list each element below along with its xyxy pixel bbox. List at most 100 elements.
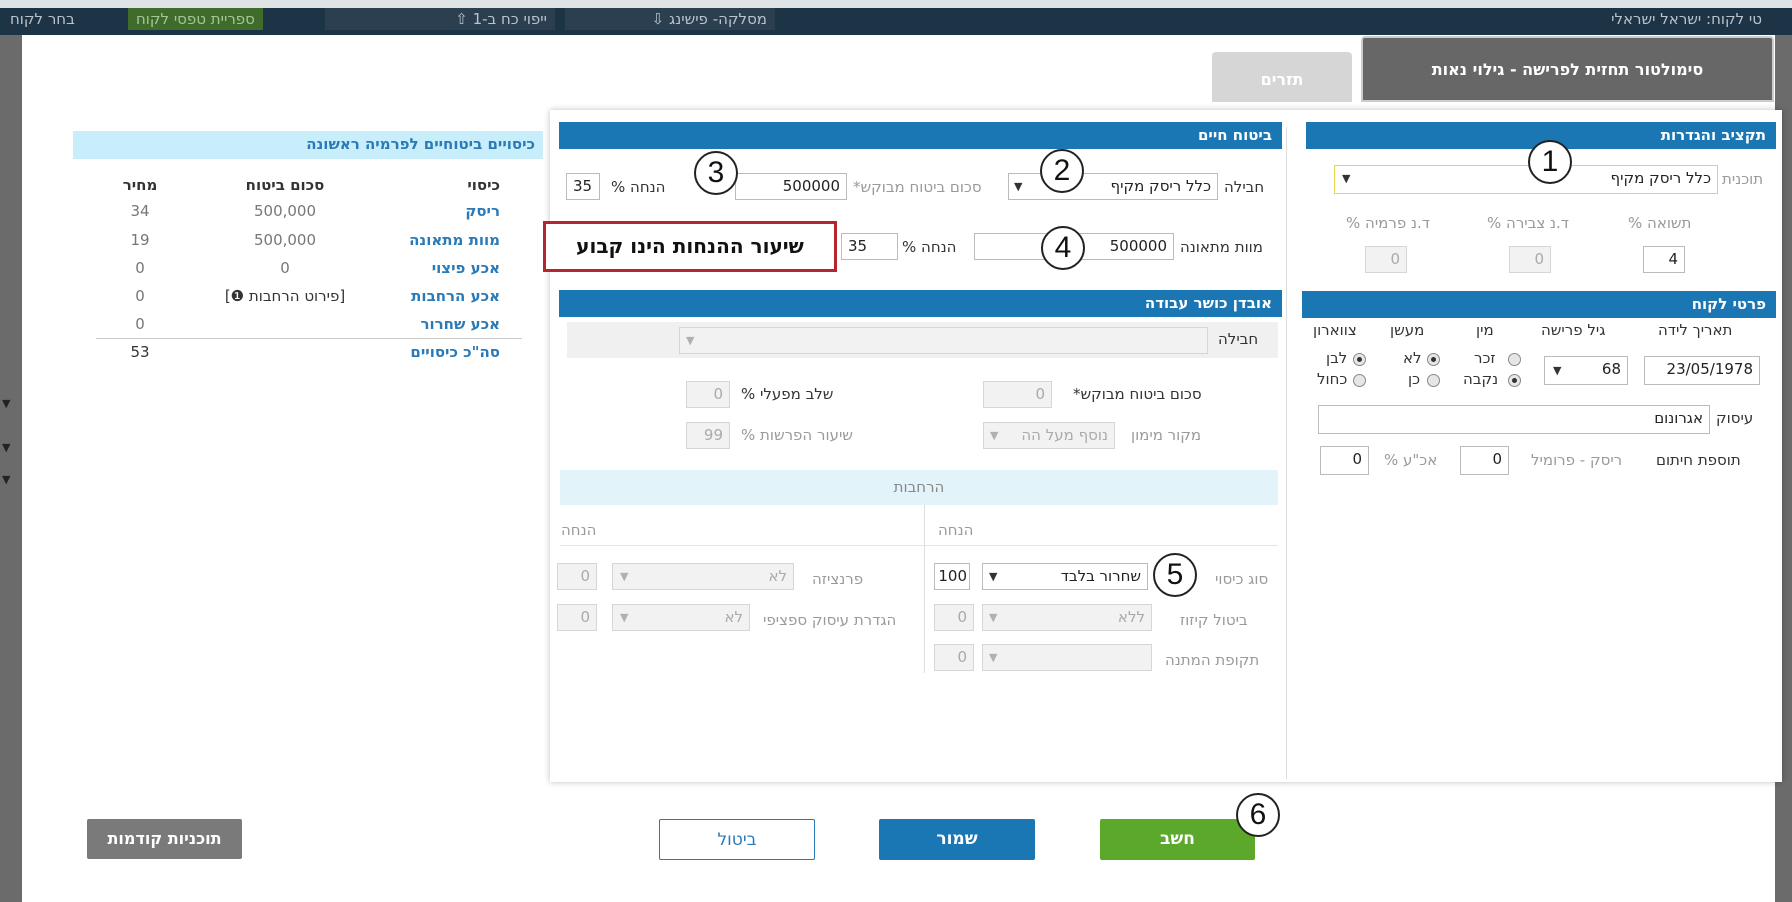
life-package-select[interactable]: כלל ריסק מקיף [1008,173,1218,200]
callout-5: 5 [1153,553,1197,597]
chevron-down-icon: ▼ [989,611,998,624]
row-sum: 0 [280,259,290,277]
occupation-def-discount: 0 [557,604,597,631]
cover-type-select[interactable]: שחרור בלבד [982,563,1148,590]
chevron-down-icon: ▼ [1342,172,1351,185]
calc-button[interactable]: חשב [1100,819,1255,860]
chevron-down-icon: ▼ [2,397,11,410]
total-label: סה"כ כיסויים [410,343,500,361]
gender-male-radio[interactable] [1508,353,1521,366]
row-price: 0 [135,315,145,333]
extensions-line [560,545,1278,546]
accident-discount-input[interactable]: 35 [841,233,898,260]
download-icon: ⇩ [651,10,665,28]
row-price: 19 [130,231,150,249]
franchise-label: פרנציזה [812,570,864,588]
premium-fee-input: 0 [1365,246,1407,273]
life-package-label: חבילה [1224,178,1265,196]
extensions-detail-link[interactable]: [פירוט הרחבות ❶] [205,287,365,305]
deposit-input: 99 [686,422,730,449]
wait-label: תקופת המתנה [1165,651,1260,669]
row-cover[interactable]: אכע שחרור [360,315,500,333]
client-header: פרטי לקוח [1302,291,1776,318]
row-price: 0 [135,259,145,277]
callout-4: 4 [1041,226,1085,270]
birthdate-input[interactable]: 23/05/1978 [1644,356,1760,385]
collar-blue-label: כחול [1317,370,1348,388]
offset-discount: 0 [934,604,974,631]
row-cover[interactable]: ריסק [360,202,500,220]
occupation-label: עיסוק [1716,409,1754,427]
cover-type-discount[interactable]: 100 [934,563,970,590]
extensions-divider [924,505,925,673]
life-sum-label: סכום ביטוח מבוקש* [853,178,982,196]
topbar-client-forms[interactable]: ספריית טפסי לקוח [128,8,263,30]
gender-label: מין [1476,321,1494,339]
cancel-button[interactable]: ביטול [659,819,815,860]
chevron-down-icon: ▼ [1014,180,1023,193]
gender-female-radio[interactable] [1508,374,1521,387]
yield-label: תשואה % [1628,214,1692,232]
disability-sum-input: 0 [983,381,1052,408]
collar-blue-radio[interactable] [1353,374,1366,387]
life-discount-label: הנחה % [611,178,666,196]
row-sum: 500,000 [253,231,317,249]
ak-input[interactable]: 0 [1320,446,1369,475]
callout-3: 3 [694,151,738,195]
row-price: 0 [135,287,145,305]
row-cover[interactable]: אכע הרחבות [360,287,500,305]
offset-label: ביטול קיזוז [1180,611,1248,629]
column-divider [1286,127,1287,779]
chevron-down-icon: ▼ [620,611,629,624]
underwriting-label: תוספת חיתום [1656,451,1741,469]
disability-sum-label: סכום ביטוח מבוקש* [1073,385,1202,403]
tab-simulator[interactable]: סימולטור תחזית לפרישה - גילוי נאות [1361,36,1774,102]
save-button[interactable]: שמור [879,819,1035,860]
risk-input[interactable]: 0 [1460,446,1509,475]
life-sum-input[interactable]: 500000 [735,173,847,200]
fixed-discount-note: שיעור ההנחות הינו קבוע [543,221,837,272]
disability-package-label: חבילה [1218,330,1259,348]
occupation-input[interactable]: אגרונום [1318,405,1710,434]
employer-label: שלב מפעלי % [741,385,834,403]
discount-col-left: הנחה [561,521,597,539]
collar-label: צווארון [1313,321,1357,339]
chevron-down-icon: ▼ [620,570,629,583]
upload-icon: ⇧ [455,10,468,28]
customer-name: טי לקוח: ישראל ישראלי [1611,10,1762,28]
plan-select[interactable]: כלל ריסק מקיף [1334,165,1718,194]
col-price: מחיר [122,176,158,194]
collar-white-radio[interactable] [1353,353,1366,366]
row-cover[interactable]: מוות מתאונה [360,231,500,249]
accum-fee-label: ד.נ צבירה % [1487,214,1569,232]
row-sum: 500,000 [253,202,317,220]
topbar-clearing[interactable]: מסלקה- פישינג ⇩ [565,8,775,30]
previous-plans-button[interactable]: תוכניות קודמות [87,819,242,859]
total-price: 53 [130,343,150,361]
chevron-down-icon: ▼ [686,334,695,347]
chevron-down-icon: ▼ [1553,364,1562,377]
smoker-yes-radio[interactable] [1427,374,1440,387]
ak-label: אכ"ע % [1384,451,1438,469]
form-panel [550,110,1782,782]
accum-fee-input: 0 [1509,246,1551,273]
source-label: מקור מימון [1131,426,1202,444]
franchise-select: לא [612,563,794,590]
offset-select: ללא [982,604,1152,631]
extensions-header: הרחבות [560,470,1278,505]
topbar-strip [0,0,1792,8]
summary-divider [96,338,522,339]
plan-label: תוכנית [1722,170,1764,188]
yield-input[interactable]: 4 [1643,246,1685,273]
topbar-select-client[interactable]: בחר לקוח [2,8,83,30]
deposit-label: שיעור הפרשות % [741,426,853,444]
life-discount-input[interactable]: 35 [566,173,600,200]
discount-col-right: הנחה [938,521,974,539]
tab-flows[interactable]: תזרים [1212,52,1352,102]
franchise-discount: 0 [557,563,597,590]
callout-2: 2 [1040,149,1084,193]
topbar-power-of-attorney[interactable]: ייפוי כח ב-1 ⇧ [325,8,555,30]
accident-discount-label: הנחה % [902,238,957,256]
smoker-no-radio[interactable] [1427,353,1440,366]
row-cover[interactable]: אכע פיצוי [360,259,500,277]
